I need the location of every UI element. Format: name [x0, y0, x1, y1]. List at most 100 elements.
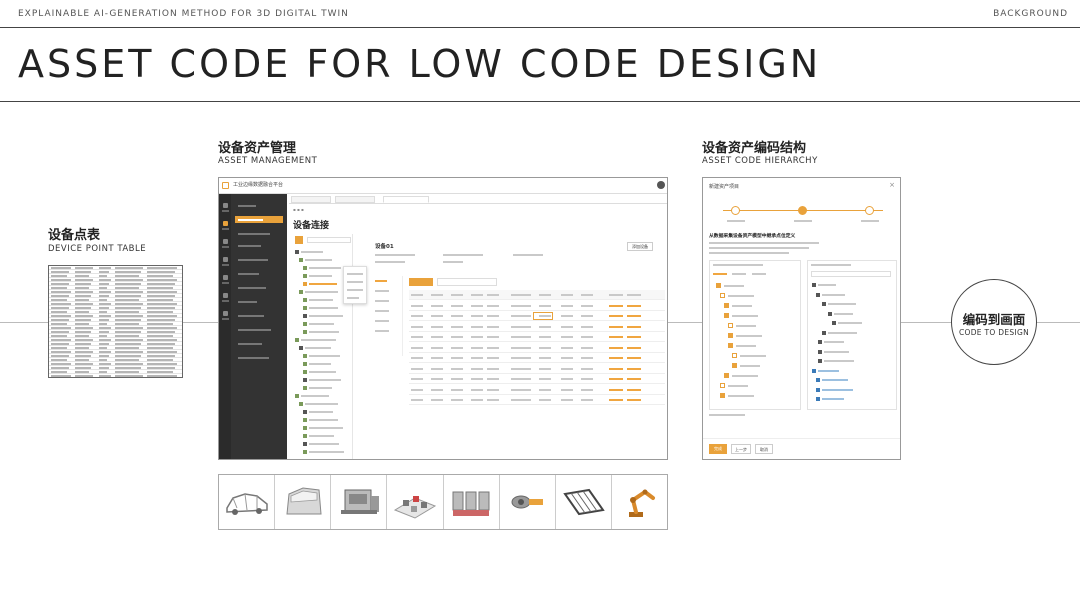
tree-node[interactable]	[303, 314, 307, 318]
alarm-icon[interactable]	[221, 256, 230, 270]
tree-checkbox[interactable]	[728, 333, 733, 338]
table-row[interactable]	[409, 353, 665, 363]
tree-node[interactable]	[295, 338, 299, 342]
nav-menu-item[interactable]	[235, 230, 283, 237]
tree-node[interactable]	[303, 266, 307, 270]
tree-node[interactable]	[303, 442, 307, 446]
device-icon[interactable]	[221, 220, 230, 234]
tree-node[interactable]	[299, 346, 303, 350]
tree-node[interactable]	[818, 359, 822, 363]
table-row[interactable]	[409, 311, 665, 321]
tree-node[interactable]	[303, 370, 307, 374]
table-row[interactable]	[409, 374, 665, 384]
tree-node[interactable]	[818, 349, 822, 354]
tree-node[interactable]	[832, 321, 836, 325]
tree-checkbox[interactable]	[724, 373, 729, 378]
tree-checkbox[interactable]	[732, 363, 737, 368]
table-row[interactable]	[409, 332, 665, 342]
tree-checkbox[interactable]	[724, 303, 729, 308]
car-body-icon[interactable]	[219, 475, 276, 529]
tree-node[interactable]	[822, 302, 826, 306]
tree-node[interactable]	[303, 450, 307, 454]
tab-device-connect[interactable]	[383, 196, 429, 203]
car-door-icon[interactable]	[275, 475, 332, 529]
add-device-button[interactable]: 添加设备	[627, 242, 653, 251]
tree-checkbox[interactable]	[728, 343, 733, 348]
nav-menu-item[interactable]	[235, 216, 283, 223]
tab-2[interactable]	[335, 196, 375, 203]
data-icon[interactable]	[221, 238, 230, 252]
tree-node[interactable]	[822, 330, 826, 335]
tree-node[interactable]	[818, 340, 822, 344]
tree-node[interactable]	[812, 368, 816, 373]
tree-node[interactable]	[303, 274, 307, 278]
tree-node[interactable]	[299, 258, 303, 262]
tree-node[interactable]	[303, 378, 307, 382]
tree-checkbox[interactable]	[732, 353, 737, 358]
tree-node[interactable]	[303, 306, 307, 310]
tree-search-input[interactable]	[307, 237, 351, 243]
tree-node[interactable]	[303, 386, 307, 390]
nav-menu-item[interactable]	[235, 284, 283, 291]
nav-menu-item[interactable]	[235, 256, 283, 263]
tree-node[interactable]	[303, 330, 307, 334]
context-menu[interactable]	[343, 266, 367, 304]
tree-node[interactable]	[295, 394, 299, 398]
close-icon[interactable]: ×	[889, 181, 895, 189]
add-point-button[interactable]	[409, 278, 433, 286]
tree-checkbox[interactable]	[724, 313, 729, 318]
tree-node[interactable]	[303, 418, 307, 422]
nav-menu-item[interactable]	[235, 340, 283, 347]
table-row[interactable]	[409, 364, 665, 374]
tab-1[interactable]	[291, 196, 331, 203]
tree-node[interactable]	[816, 397, 820, 401]
robot-arm-icon[interactable]	[612, 475, 667, 529]
nav-menu-item[interactable]	[235, 202, 283, 209]
tree-node[interactable]	[303, 434, 307, 438]
nav-menu-item[interactable]	[235, 242, 283, 249]
tree-node[interactable]	[812, 283, 816, 287]
tree-filter-input[interactable]	[811, 271, 891, 277]
cancel-button[interactable]: 取消	[755, 444, 773, 454]
table-row[interactable]	[409, 385, 665, 395]
tree-checkbox[interactable]	[720, 293, 725, 298]
table-row[interactable]	[409, 322, 665, 332]
nav-menu-item[interactable]	[235, 270, 283, 277]
report-icon[interactable]	[221, 292, 230, 306]
tree-node[interactable]	[295, 250, 299, 254]
furnace-array-icon[interactable]	[444, 475, 500, 529]
tree-node[interactable]	[303, 410, 307, 414]
tree-node[interactable]	[303, 362, 307, 366]
tree-node[interactable]	[303, 354, 307, 358]
chart-icon[interactable]	[221, 274, 230, 288]
nav-menu-item[interactable]	[235, 298, 283, 305]
tree-node[interactable]	[303, 282, 307, 286]
nav-menu-item[interactable]	[235, 326, 283, 333]
tree-node[interactable]	[299, 290, 303, 294]
tree-node[interactable]	[303, 426, 307, 430]
tree-node[interactable]	[303, 298, 307, 302]
finish-button[interactable]: 完成	[709, 444, 727, 454]
tree-node[interactable]	[816, 387, 820, 392]
press-machine-icon[interactable]	[331, 475, 388, 529]
tree-node[interactable]	[816, 292, 820, 297]
nav-menu-item[interactable]	[235, 312, 283, 319]
tree-checkbox[interactable]	[716, 283, 721, 288]
selected-cell[interactable]	[533, 312, 553, 320]
assembly-line-icon[interactable]	[387, 475, 444, 529]
tree-node[interactable]	[828, 311, 832, 316]
table-row[interactable]	[409, 343, 665, 353]
user-avatar[interactable]	[657, 181, 665, 189]
table-row[interactable]	[409, 395, 665, 405]
add-node-button[interactable]	[295, 236, 303, 244]
tree-node[interactable]	[303, 322, 307, 326]
tree-checkbox[interactable]	[720, 393, 725, 398]
nav-menu-item[interactable]	[235, 354, 283, 361]
home-icon[interactable]	[221, 202, 230, 216]
table-row[interactable]	[409, 301, 665, 311]
conveyor-rack-icon[interactable]	[556, 475, 612, 529]
tree-checkbox[interactable]	[720, 383, 725, 388]
tree-node[interactable]	[299, 402, 303, 406]
tree-checkbox[interactable]	[728, 323, 733, 328]
previous-button[interactable]: 上一步	[731, 444, 751, 454]
